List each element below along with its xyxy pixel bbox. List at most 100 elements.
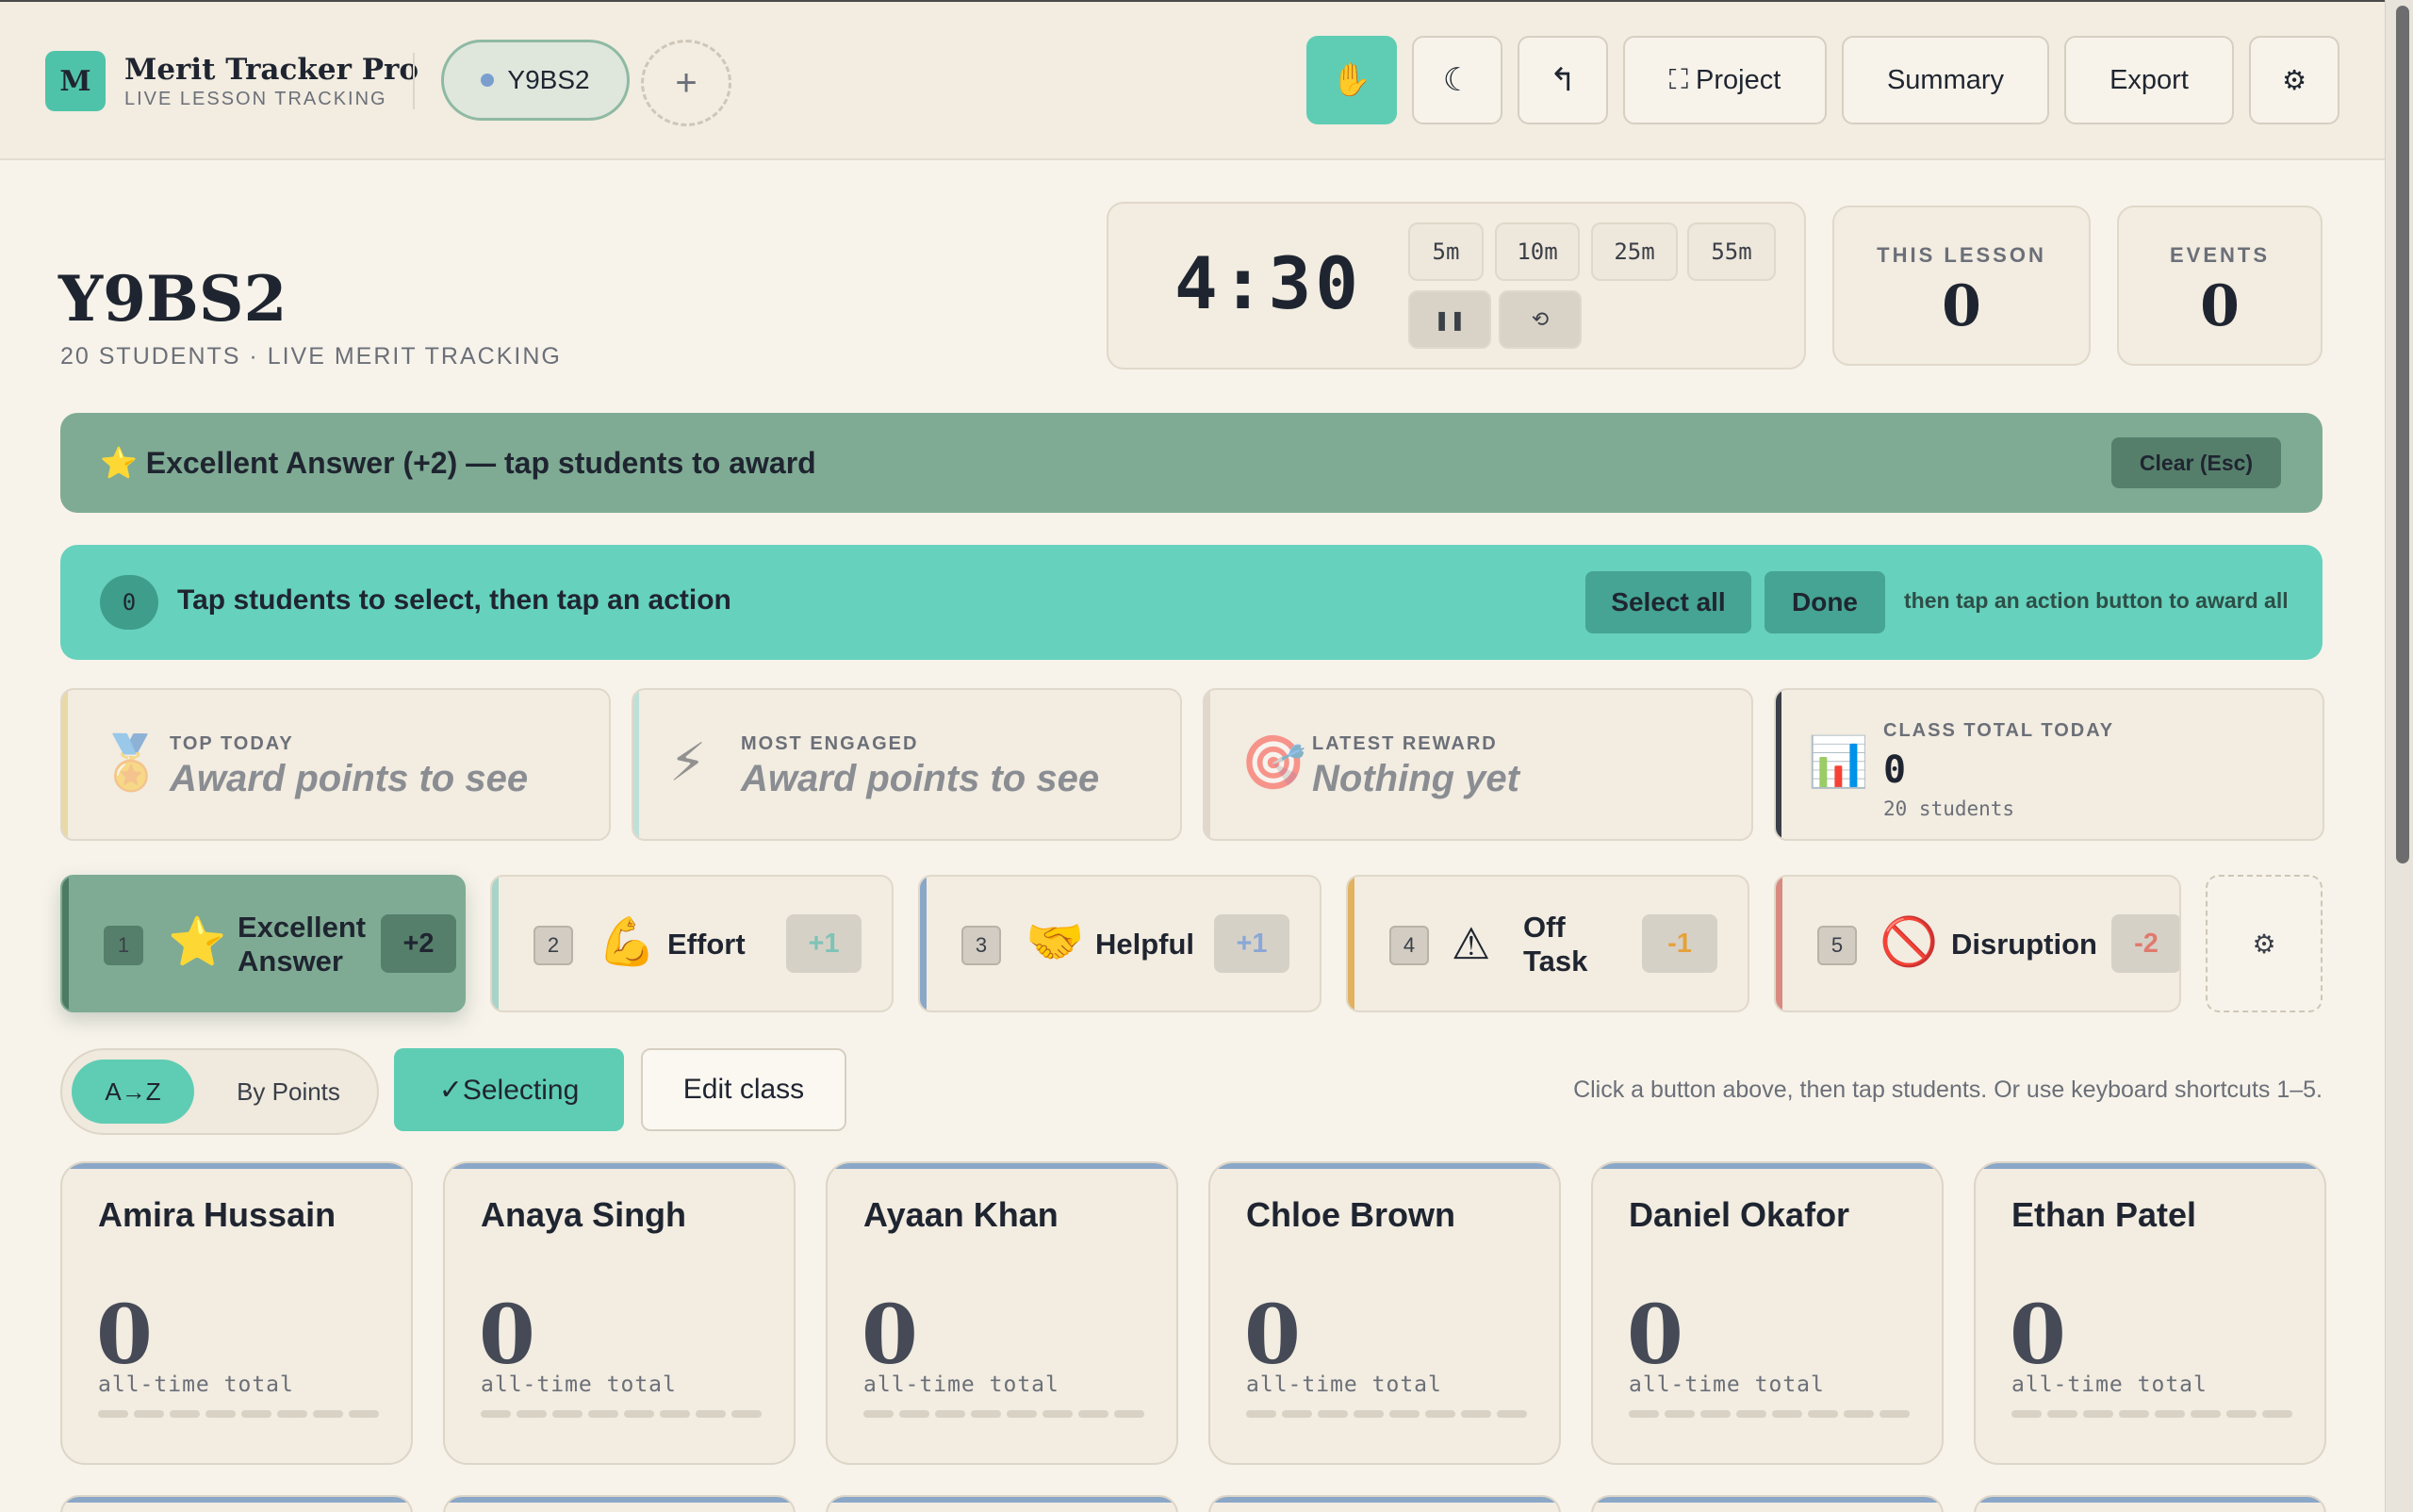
timer-preset-25m[interactable]: 25m (1591, 222, 1678, 281)
student-card[interactable]: Ethan Patel 0 all-time total (1974, 1161, 2326, 1465)
bar-chart-icon: 📊 (1808, 735, 1869, 790)
student-card[interactable] (60, 1495, 413, 1512)
student-points: 0 (96, 1288, 153, 1383)
events-label: EVENTS (2169, 243, 2271, 267)
hand-raise-button[interactable]: ✋ (1306, 36, 1397, 124)
student-name: Anaya Singh (481, 1195, 687, 1234)
card-accent-edge (633, 690, 639, 839)
active-award-text: ⭐ Excellent Answer (+2) — tap students t… (100, 446, 816, 480)
student-card[interactable] (826, 1495, 1178, 1512)
action-accent-edge (62, 877, 69, 1011)
action-off-task[interactable]: 4 ⚠ Off Task -1 (1346, 875, 1749, 1012)
card-accent-edge (1205, 690, 1210, 839)
sort-by-points-button[interactable]: By Points (213, 1060, 364, 1124)
gear-icon: ⚙ (2282, 65, 2306, 96)
selection-instructions: Tap students to select, then tap an acti… (177, 584, 731, 616)
action-excellent-answer[interactable]: 1 ⭐ Excellent Answer +2 (60, 875, 466, 1012)
selected-count-badge: 0 (100, 575, 158, 630)
progress-segments (863, 1410, 1144, 1418)
handshake-icon: 🤝 (1026, 915, 1085, 968)
timer-preset-5m[interactable]: 5m (1408, 222, 1484, 281)
card-accent-edge (1776, 690, 1781, 839)
action-points: +2 (381, 914, 456, 973)
student-name: Amira Hussain (98, 1195, 337, 1234)
timer-preset-55m[interactable]: 55m (1687, 222, 1776, 281)
student-card[interactable]: Anaya Singh 0 all-time total (443, 1161, 796, 1465)
header-divider (413, 53, 415, 109)
student-card[interactable] (1591, 1495, 1944, 1512)
app-subtitle: LIVE LESSON TRACKING (124, 89, 387, 109)
student-card[interactable] (1974, 1495, 2326, 1512)
card-top-accent (1210, 1163, 1559, 1169)
card-top-accent (1210, 1497, 1559, 1503)
student-name: Ethan Patel (2011, 1195, 2197, 1234)
add-class-button[interactable]: + (641, 40, 731, 126)
app-title: Merit Tracker Pro (124, 53, 419, 87)
events-stat: EVENTS 0 (2117, 205, 2323, 366)
class-pill-label: Y9BS2 (507, 65, 590, 94)
edit-class-button[interactable]: Edit class (641, 1048, 846, 1131)
scrollbar-thumb[interactable] (2396, 6, 2409, 863)
actions-settings-button[interactable]: ⚙ (2206, 875, 2323, 1012)
student-card[interactable] (443, 1495, 796, 1512)
top-today-label: TOP TODAY (170, 733, 294, 754)
student-points: 0 (479, 1288, 535, 1383)
progress-segments (2011, 1410, 2292, 1418)
action-label: Helpful (1095, 928, 1195, 961)
action-label: Disruption (1951, 928, 2097, 961)
pause-icon: ❚❚ (1434, 309, 1466, 331)
most-engaged-label: MOST ENGAGED (741, 733, 919, 754)
selection-hint: then tap an action button to award all (1904, 588, 2289, 613)
done-button[interactable]: Done (1765, 571, 1885, 633)
project-button[interactable]: ⛶ Project (1623, 36, 1827, 124)
app-header: M Merit Tracker Pro LIVE LESSON TRACKING… (0, 0, 2385, 160)
student-card[interactable]: Chloe Brown 0 all-time total (1208, 1161, 1561, 1465)
timer-pause-button[interactable]: ❚❚ (1408, 290, 1491, 349)
card-top-accent (1976, 1497, 2324, 1503)
action-label: Excellent Answer (238, 911, 367, 978)
card-top-accent (1593, 1497, 1942, 1503)
class-pill-y9bs2[interactable]: Y9BS2 (441, 40, 630, 121)
student-card[interactable]: Ayaan Khan 0 all-time total (826, 1161, 1178, 1465)
student-card[interactable]: Amira Hussain 0 all-time total (60, 1161, 413, 1465)
lesson-timer: 4:30 5m 10m 25m 55m ❚❚ ⟲ (1107, 202, 1806, 370)
action-effort[interactable]: 2 💪 Effort +1 (490, 875, 894, 1012)
settings-button[interactable]: ⚙ (2249, 36, 2339, 124)
student-caption: all-time total (1629, 1372, 1825, 1397)
class-total-label: CLASS TOTAL TODAY (1883, 720, 2115, 741)
app-logo: M (45, 51, 106, 111)
selecting-toggle-button[interactable]: ✓Selecting (394, 1048, 624, 1131)
clear-award-button[interactable]: Clear (Esc) (2111, 437, 2281, 488)
action-label: Off Task (1523, 911, 1588, 978)
student-card[interactable] (1208, 1495, 1561, 1512)
timer-reset-button[interactable]: ⟲ (1499, 290, 1582, 349)
summary-button[interactable]: Summary (1842, 36, 2049, 124)
timer-preset-10m[interactable]: 10m (1495, 222, 1580, 281)
action-points: +1 (786, 914, 862, 973)
latest-reward-value: Nothing yet (1312, 758, 1519, 799)
progress-segments (481, 1410, 762, 1418)
card-top-accent (828, 1163, 1176, 1169)
card-top-accent (62, 1163, 411, 1169)
student-card[interactable]: Daniel Okafor 0 all-time total (1591, 1161, 1944, 1465)
class-total-students: 20 students (1883, 797, 2015, 820)
target-icon: 🎯 (1240, 732, 1306, 792)
active-award-banner: ⭐ Excellent Answer (+2) — tap students t… (60, 413, 2323, 513)
this-lesson-value: 0 (1942, 273, 1981, 339)
export-button[interactable]: Export (2064, 36, 2234, 124)
action-helpful[interactable]: 3 🤝 Helpful +1 (918, 875, 1321, 1012)
shortcut-key-4: 4 (1389, 926, 1429, 965)
moon-icon: ☾ (1442, 62, 1472, 98)
action-points: -2 (2111, 914, 2179, 973)
hand-icon: ✋ (1331, 62, 1372, 98)
sort-toggle: A→Z By Points (60, 1048, 379, 1135)
action-label: Effort (667, 928, 746, 961)
sort-az-button[interactable]: A→Z (72, 1060, 194, 1124)
dark-mode-button[interactable]: ☾ (1412, 36, 1502, 124)
select-all-button[interactable]: Select all (1585, 571, 1751, 633)
lightning-icon: ⚡ (669, 732, 707, 792)
undo-button[interactable]: ↰ (1518, 36, 1608, 124)
page-subtitle: 20 STUDENTS · LIVE MERIT TRACKING (60, 343, 562, 370)
action-disruption[interactable]: 5 🚫 Disruption -2 (1774, 875, 2181, 1012)
shortcut-key-1: 1 (104, 926, 143, 965)
